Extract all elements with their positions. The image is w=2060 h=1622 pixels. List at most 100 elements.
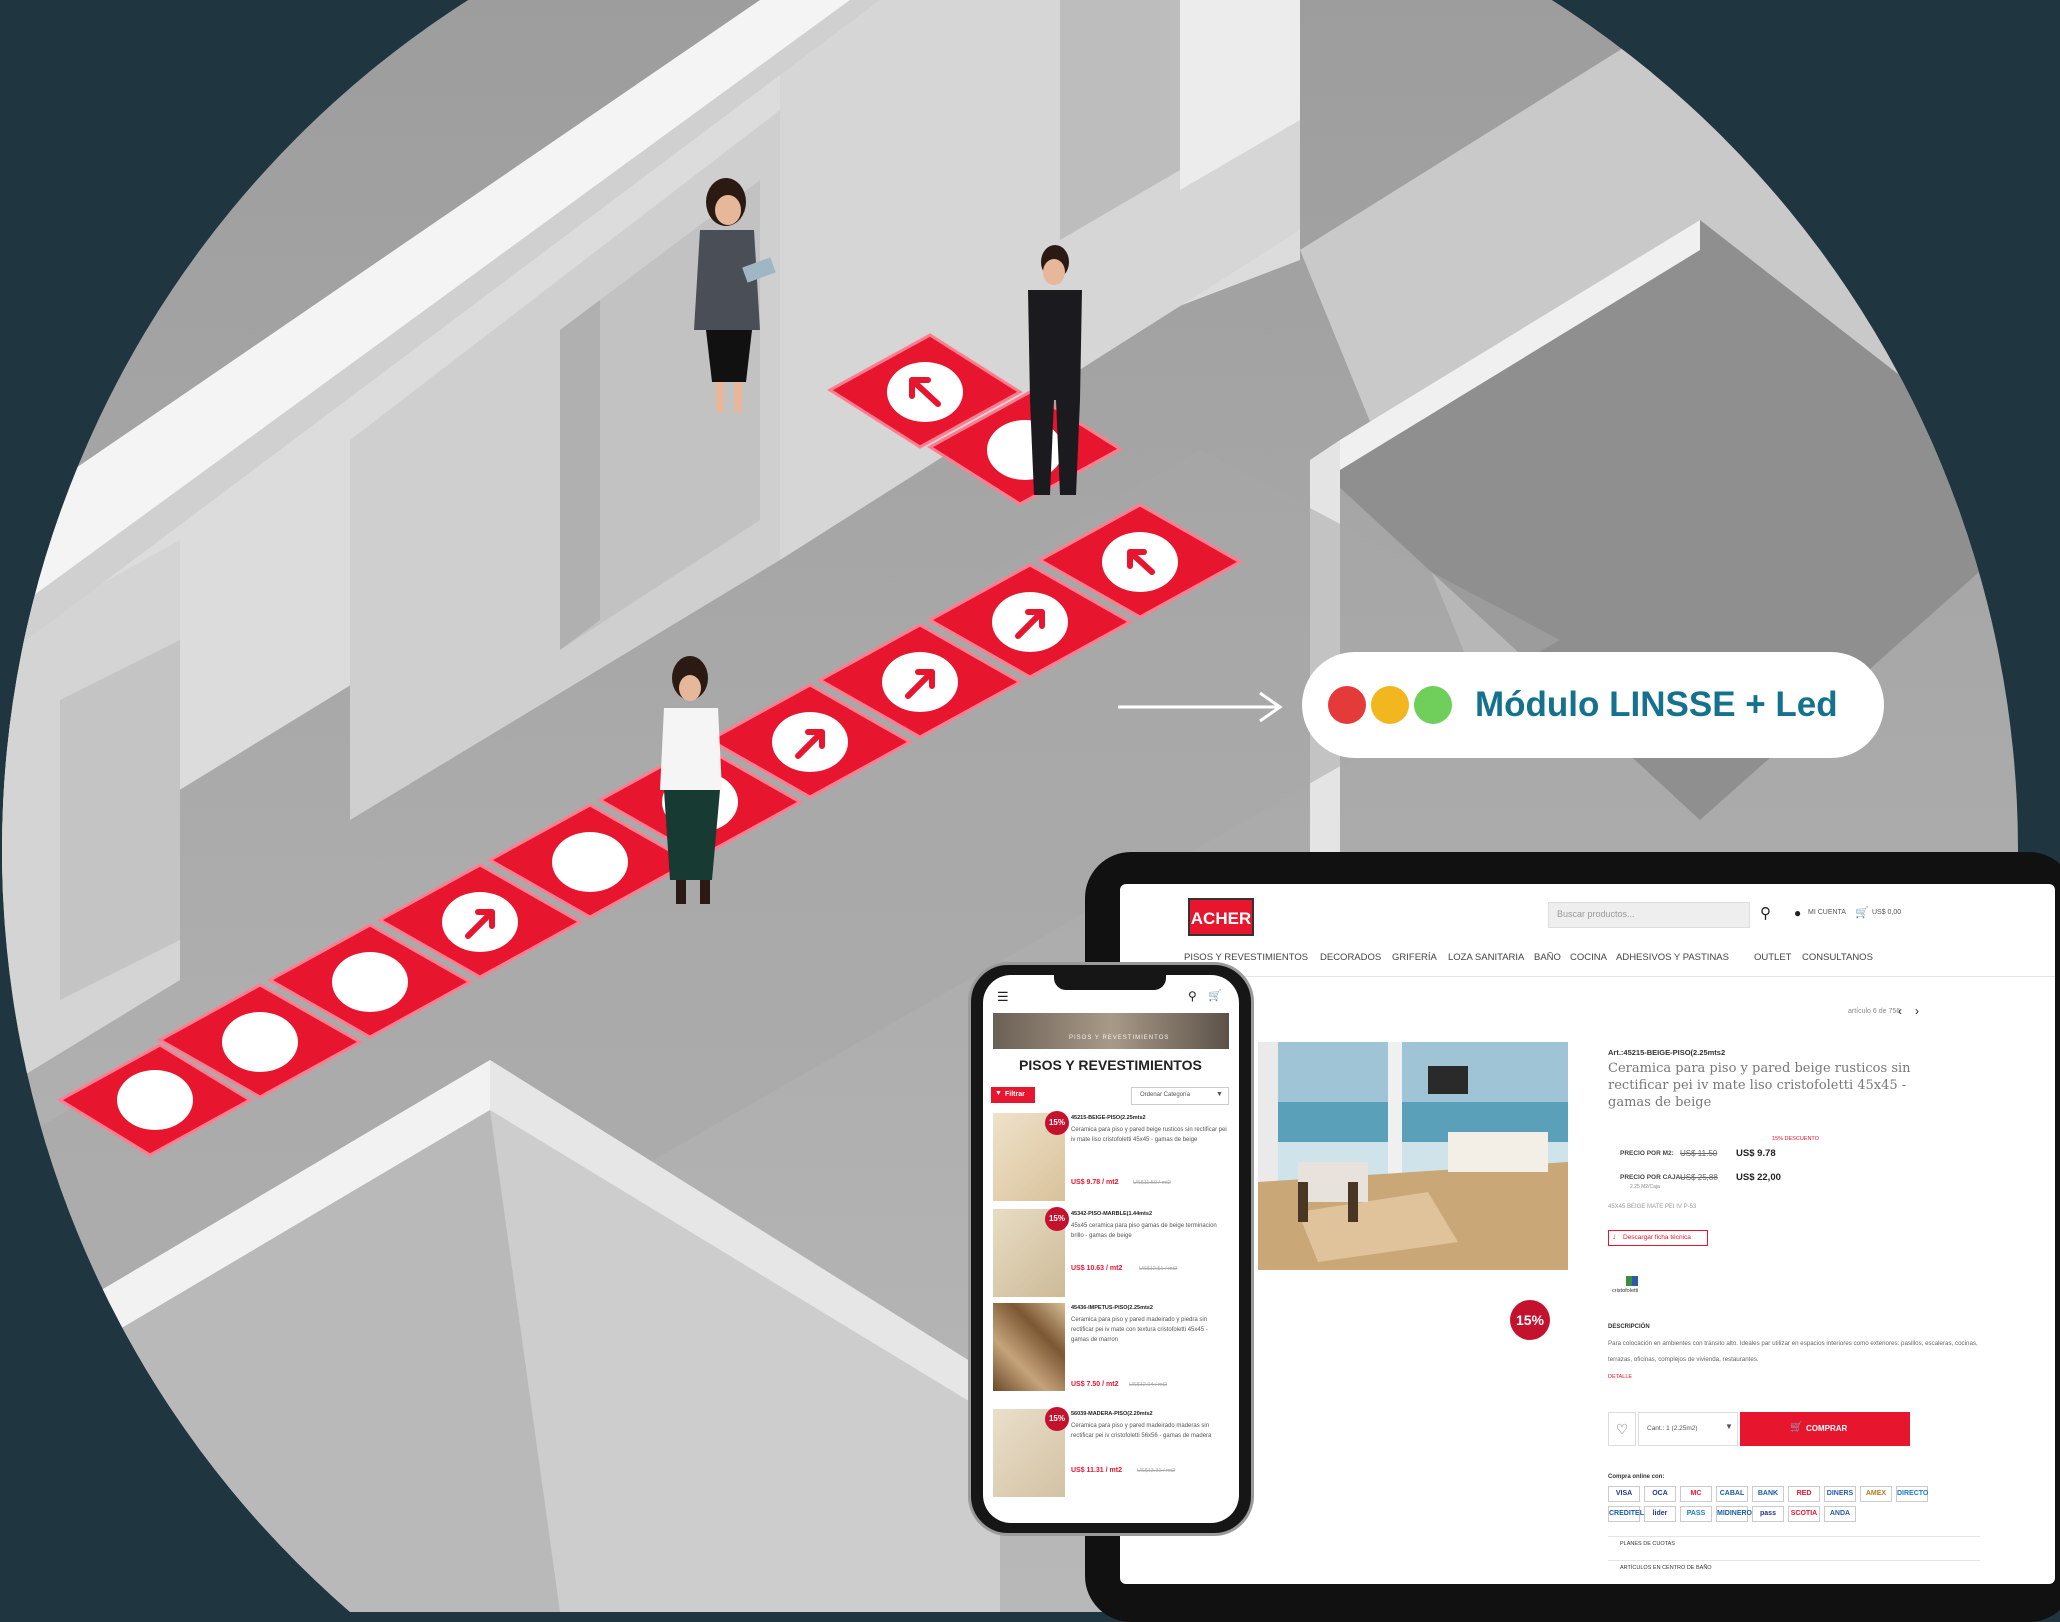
list-price: US$ 9.78 / mt2	[1071, 1179, 1119, 1186]
account-label[interactable]: MI CUENTA	[1808, 909, 1846, 916]
module-callout: Módulo LINSSE + Led	[1302, 652, 1884, 758]
cart-icon[interactable]: 🛒	[1855, 906, 1869, 919]
download-sheet-button[interactable]: ↓ Descargar ficha técnica	[1608, 1230, 1708, 1246]
order-select[interactable]: Ordenar Categoría ▼	[1131, 1087, 1229, 1105]
prev-arrow-icon[interactable]: ‹	[1898, 1004, 1902, 1018]
description-text-content: Para colocación en ambientes con tránsit…	[1608, 1340, 1978, 1363]
nav-cocina[interactable]: COCINA	[1570, 952, 1607, 963]
discount-note: 15% DESCUENTO	[1772, 1136, 1819, 1142]
tablet-screen: ACHER Buscar productos... ⚲ ● MI CUENTA …	[1120, 884, 2055, 1584]
list-sku: 45342-PISO-MARBLE(1.44mts2	[1071, 1211, 1153, 1217]
list-item[interactable]: 15% 45215-BEIGE-PISO(2.25mts2 Ceramica p…	[983, 1111, 1239, 1203]
product-thumb	[993, 1303, 1065, 1391]
pay-scotia: SCOTIA	[1788, 1506, 1820, 1522]
brand-logo-text: cristofoletti	[1612, 1288, 1639, 1294]
list-discount-badge-text: 15%	[1048, 1414, 1065, 1423]
list-name: Ceramica para piso y pared madeirado y p…	[1071, 1315, 1227, 1345]
nav-bano[interactable]: BAÑO	[1534, 952, 1561, 963]
pay-oca: OCA	[1644, 1486, 1676, 1502]
list-discount-badge-text: 15%	[1048, 1214, 1065, 1223]
list-discount-badge-text: 15%	[1048, 1118, 1065, 1127]
phone-search-icon[interactable]: ⚲	[1188, 989, 1197, 1003]
site-logo[interactable]: ACHER	[1188, 898, 1254, 936]
nav-griferia[interactable]: GRIFERÍA	[1392, 952, 1437, 963]
pay-lider: lider	[1644, 1506, 1676, 1522]
list-price: US$ 7.50 / mt2	[1071, 1381, 1119, 1388]
list-name: Ceramica para piso y pared madeirado mad…	[1071, 1421, 1227, 1441]
list-old-price: US$13.31 / mt2	[1137, 1468, 1176, 1474]
filter-icon: ▼	[995, 1090, 1002, 1097]
accordion-cuotas-label: PLANES DE CUOTAS	[1620, 1541, 1675, 1547]
nav-consultanos[interactable]: CONSULTANOS	[1802, 952, 1873, 963]
nav-outlet[interactable]: OUTLET	[1754, 952, 1791, 963]
price-m2-label: PRECIO POR M2:	[1620, 1150, 1674, 1157]
chevron-down-icon: ▼	[1725, 1422, 1733, 1431]
quantity-select[interactable]: Cant.: 1 (2.25m2) ▼	[1638, 1412, 1738, 1446]
buy-button[interactable]: 🛒 COMPRAR	[1740, 1412, 1910, 1446]
product-title-text: Ceramica para piso y pared beige rustico…	[1608, 1061, 1911, 1110]
list-item[interactable]: 45436-IMPETUS-PISO(2.25mts2 Ceramica par…	[983, 1301, 1239, 1403]
cart-label[interactable]: US$ 0,00	[1872, 909, 1901, 916]
pay-title: Compra online con:	[1608, 1474, 1665, 1480]
product-title: Ceramica para piso y pared beige rustico…	[1608, 1060, 1938, 1111]
nav-loza[interactable]: LOZA SANITARIA	[1448, 952, 1524, 963]
list-item[interactable]: 15% 45342-PISO-MARBLE(1.44mts2 45x45 cer…	[983, 1207, 1239, 1299]
nav-adhesivos[interactable]: ADHESIVOS Y PASTINAS	[1616, 952, 1729, 963]
pay-visa: VISA	[1608, 1486, 1640, 1502]
price-box-old: US$ 25,88	[1680, 1173, 1718, 1182]
pay-pass-2: pass	[1752, 1506, 1784, 1522]
filter-button[interactable]: ▼ Filtrar	[991, 1087, 1035, 1103]
list-name-text: Ceramica para piso y pared madeirado mad…	[1071, 1423, 1212, 1439]
price-m2-new: US$ 9.78	[1736, 1148, 1776, 1159]
pay-midinero: MIDINERO	[1716, 1506, 1752, 1522]
pay-mastercard: MC	[1680, 1486, 1712, 1502]
accordion-centro-label: ARTÍCULOS EN CENTRO DE BAÑO	[1620, 1565, 1712, 1571]
search-placeholder: Buscar productos...	[1557, 909, 1635, 919]
pager-label: artículo 6 de 756	[1848, 1008, 1901, 1015]
search-input[interactable]: Buscar productos...	[1548, 902, 1750, 928]
pay-red: RED	[1788, 1486, 1820, 1502]
brand-logo-mark	[1626, 1276, 1638, 1286]
phone-screen: ☰ ⚲ 🛒 PISOS Y REVESTIMIENTOS PISOS Y REV…	[983, 975, 1239, 1523]
category-title: PISOS Y REVESTIMIENTOS	[1019, 1057, 1202, 1073]
pay-anda: ANDA	[1824, 1506, 1856, 1522]
detail-link[interactable]: DETALLE	[1608, 1374, 1632, 1380]
nav-decorados[interactable]: DECORADOS	[1320, 952, 1381, 963]
category-banner-text: PISOS Y REVESTIMIENTOS	[1069, 1035, 1170, 1041]
list-sku: 45436-IMPETUS-PISO(2.25mts2	[1071, 1305, 1153, 1311]
description-text: Para colocación en ambientes con tránsit…	[1608, 1336, 1980, 1368]
list-item[interactable]: 15% 56039-MADERA-PISO(2.20mts2 Ceramica …	[983, 1407, 1239, 1499]
list-discount-badge: 15%	[1045, 1407, 1069, 1431]
order-label: Ordenar Categoría	[1140, 1092, 1191, 1098]
list-old-price: US$11.50 / mt2	[1133, 1180, 1171, 1186]
pay-pass: PASS	[1680, 1506, 1712, 1522]
next-arrow-icon[interactable]: ›	[1915, 1004, 1919, 1018]
pay-creditel: CREDITEL	[1608, 1506, 1644, 1522]
product-sku: Art.:45215-BEIGE-PISO(2.25mts2	[1608, 1048, 1726, 1057]
accordion-centro[interactable]: ARTÍCULOS EN CENTRO DE BAÑO	[1608, 1560, 1980, 1577]
buy-cart-icon: 🛒	[1790, 1422, 1803, 1433]
list-name: 45x45 ceramica para piso gamas de beige …	[1071, 1221, 1227, 1241]
order-chevron-icon: ▼	[1216, 1091, 1223, 1098]
account-icon[interactable]: ●	[1794, 906, 1801, 920]
description-title: DESCRIPCIÓN	[1608, 1324, 1650, 1330]
phone-cart-icon[interactable]: 🛒	[1208, 989, 1222, 1002]
list-name-text: Ceramica para piso y pared madeirado y p…	[1071, 1317, 1208, 1343]
green-dot	[1414, 686, 1452, 724]
search-icon[interactable]: ⚲	[1760, 904, 1771, 922]
filter-label: Filtrar	[1005, 1091, 1025, 1098]
accordion-cuotas[interactable]: PLANES DE CUOTAS	[1608, 1536, 1980, 1553]
pay-amex: AMEX	[1860, 1486, 1892, 1502]
list-old-price: US$12.04 / mt2	[1129, 1382, 1168, 1388]
menu-icon[interactable]: ☰	[997, 989, 1009, 1005]
callout-label: Módulo LINSSE + Led	[1475, 685, 1838, 724]
price-m2-old: US$ 11.50	[1680, 1149, 1718, 1158]
list-discount-badge: 15%	[1045, 1111, 1069, 1135]
product-code-line: 45X45 BEIGE MATE PEI IV P-53	[1608, 1204, 1697, 1210]
price-box-new: US$ 22,00	[1736, 1172, 1781, 1183]
list-name-text: 45x45 ceramica para piso gamas de beige …	[1071, 1223, 1217, 1239]
heart-icon: ♡	[1615, 1421, 1629, 1437]
pay-diners: DINERS	[1824, 1486, 1856, 1502]
wishlist-button[interactable]: ♡	[1608, 1412, 1636, 1446]
list-name: Ceramica para piso y pared beige rustico…	[1071, 1125, 1227, 1145]
